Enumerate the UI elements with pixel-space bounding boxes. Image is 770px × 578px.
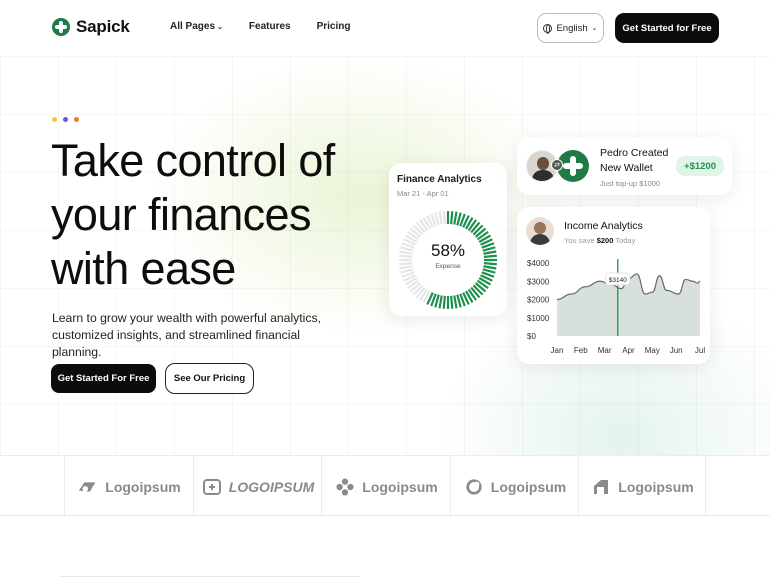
chevron-down-icon: ⌄ (217, 24, 223, 31)
expense-label: Expense (435, 263, 461, 270)
donut-tick-empty (438, 211, 443, 225)
nav-links: All Pages ⌄ Features Pricing (170, 21, 351, 32)
brand-name: Sapick (76, 17, 130, 36)
x-tick-label: May (645, 346, 660, 355)
x-tick-label: Feb (574, 346, 588, 355)
partner-logo-3: Logoipsum (321, 456, 450, 517)
donut-tick-empty (442, 211, 446, 225)
language-label: English (556, 22, 588, 34)
x-tick-label: Apr (622, 346, 635, 355)
donut-tick-filled (450, 211, 454, 225)
income-card-title: Income Analytics (564, 220, 643, 232)
avatar (526, 217, 554, 245)
partner-logo-label: LOGOIPSUM (228, 478, 315, 495)
donut-tick-filled (450, 295, 454, 309)
y-tick-label: $4000 (527, 259, 550, 268)
chevron-down-icon: ⌄ (591, 25, 598, 32)
value-tooltip: $3140 (605, 272, 631, 286)
partner-logo-2: LOGOIPSUM (193, 456, 321, 517)
finance-analytics-card: Finance Analytics Mar 21 - Apr 01 58% Ex… (389, 163, 507, 316)
income-chart: $4000 $3000 $2000 $1000 $0 Jan Feb Mar Apr May Jun… (527, 259, 705, 355)
wallet-amount-badge: +$1200 (676, 156, 724, 176)
logo-mark-icon (202, 478, 221, 495)
decorative-dots (52, 117, 79, 122)
income-analytics-card: Income Analytics You save $200 Today $40… (517, 207, 710, 364)
nav-link-pricing[interactable]: Pricing (317, 21, 351, 32)
brand-logo[interactable]: Sapick (52, 17, 130, 37)
x-tick-label: Jun (670, 346, 683, 355)
logo-mark-icon (336, 477, 354, 496)
income-card-subtitle: You save $200 Today (564, 236, 635, 245)
globe-icon (543, 23, 553, 34)
dot-orange (74, 117, 79, 122)
nav-link-label: All Pages (170, 21, 216, 32)
partner-logo-label: Logoipsum (362, 478, 438, 495)
donut-tick-filled (453, 211, 458, 225)
swap-icon: ⇄ (551, 159, 563, 171)
nav-link-features[interactable]: Features (249, 21, 291, 32)
logo-mark-icon (466, 478, 482, 495)
hero-subtitle: Learn to grow your wealth with powerful … (52, 311, 321, 359)
get-started-button[interactable]: Get Started For Free (51, 364, 156, 393)
partner-logo-4: Logoipsum (450, 456, 578, 517)
partner-logo-1: Logoipsum (64, 456, 193, 517)
donut-tick-filled (442, 295, 446, 309)
donut-tick-filled (453, 295, 458, 309)
y-tick-label: $1000 (527, 314, 550, 323)
tooltip-value: $3140 (609, 277, 627, 284)
nav-link-all-pages[interactable]: All Pages ⌄ (170, 21, 223, 32)
new-wallet-card: ⇄ Pedro Created New Wallet Just top-up $… (517, 137, 732, 195)
top-nav: Sapick All Pages ⌄ Features Pricing Engli… (0, 0, 770, 56)
x-tick-label: Jan (551, 346, 564, 355)
brand-mark-icon (52, 18, 70, 36)
dot-purple (63, 117, 68, 122)
partner-logo-label: Logoipsum (490, 478, 567, 495)
wallet-card-title: Pedro Created New Wallet (600, 147, 669, 174)
partner-logos-strip: Logoipsum LOGOIPSUM Logoipsum Logoipsum … (0, 455, 770, 517)
partner-logo-5: Logoipsum (578, 456, 706, 517)
logo-mark-icon (594, 479, 609, 494)
finance-card-title: Finance Analytics (397, 174, 482, 185)
see-pricing-button[interactable]: See Our Pricing (165, 363, 254, 394)
y-tick-label: $0 (527, 332, 536, 341)
x-tick-label: Mar (598, 346, 612, 355)
finance-card-date: Mar 21 - Apr 01 (397, 189, 449, 198)
savings-amount: $200 (596, 236, 614, 245)
savings-suffix: Today (615, 236, 636, 245)
get-started-nav-button[interactable]: Get Started for Free (615, 13, 719, 43)
expense-percent: 58% (430, 241, 466, 260)
savings-prefix: You save (564, 236, 595, 245)
donut-tick-filled (438, 295, 443, 309)
x-tick-label: Jul (695, 346, 705, 355)
partner-logo-label: Logoipsum (105, 478, 181, 495)
y-tick-label: $3000 (527, 277, 550, 286)
wallet-card-subtitle: Just top-up $1000 (600, 179, 661, 188)
partner-logo-label: Logoipsum (618, 478, 694, 495)
section-divider (60, 576, 360, 577)
logo-mark-icon (79, 481, 96, 492)
language-select[interactable]: English ⌄ (537, 13, 604, 43)
dot-yellow (52, 117, 57, 122)
hero-title: Take control of your finances with ease (51, 135, 335, 294)
y-tick-label: $2000 (527, 296, 550, 305)
